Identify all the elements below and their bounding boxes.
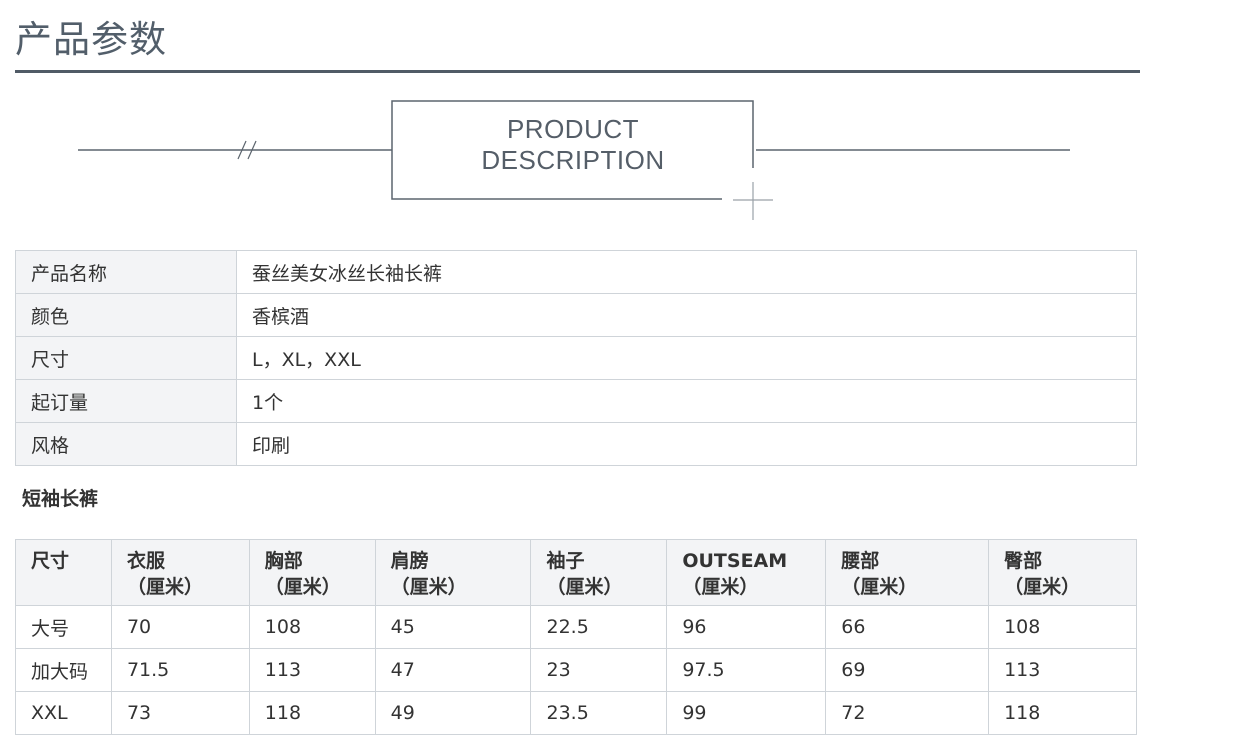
- info-value: 蚕丝美女冰丝长袖长裤: [236, 250, 1137, 294]
- table-cell: 113: [248, 648, 376, 692]
- column-header-shoulder: 肩膀 （厘米）: [374, 539, 532, 606]
- table-cell: 71.5: [110, 648, 250, 692]
- info-label: 产品名称: [15, 250, 237, 294]
- table-cell: 99: [666, 691, 827, 735]
- info-label: 起订量: [15, 379, 237, 423]
- table-cell: 73: [110, 691, 250, 735]
- page-title: 产品参数: [15, 18, 167, 61]
- table-row: 大号 70 108 45 22.5 96 66 108: [15, 605, 1137, 649]
- info-value: 1个: [236, 379, 1137, 423]
- table-cell: 108: [988, 605, 1137, 649]
- size-chart-table: 尺寸 衣服 （厘米） 胸部 （厘米） 肩膀 （厘米） 袖子 （厘米） OUTSEAM （厘…: [15, 539, 1137, 735]
- table-cell: 45: [374, 605, 532, 649]
- column-header-outseam: OUTSEAM （厘米）: [666, 539, 827, 606]
- table-cell: 23: [530, 648, 668, 692]
- banner-line-2: DESCRIPTION: [481, 145, 665, 175]
- table-row: 颜色 香槟酒: [15, 293, 1137, 337]
- info-label: 颜色: [15, 293, 237, 337]
- table-cell: 69: [825, 648, 990, 692]
- table-cell: 118: [248, 691, 376, 735]
- info-value: 印刷: [236, 422, 1137, 466]
- table-cell: 23.5: [530, 691, 668, 735]
- table-cell: 113: [988, 648, 1137, 692]
- table-cell: XXL: [15, 691, 112, 735]
- table-header-row: 尺寸 衣服 （厘米） 胸部 （厘米） 肩膀 （厘米） 袖子 （厘米） OUTSEAM （厘…: [15, 539, 1137, 606]
- info-label: 风格: [15, 422, 237, 466]
- table-cell: 47: [374, 648, 532, 692]
- table-row: 产品名称 蚕丝美女冰丝长袖长裤: [15, 250, 1137, 294]
- info-label: 尺寸: [15, 336, 237, 380]
- table-cell: 加大码: [15, 648, 112, 692]
- table-cell: 49: [374, 691, 532, 735]
- info-value: 香槟酒: [236, 293, 1137, 337]
- column-header-size: 尺寸: [15, 539, 112, 606]
- banner-text: PRODUCT DESCRIPTION: [392, 114, 754, 176]
- column-header-waist: 腰部 （厘米）: [825, 539, 990, 606]
- table-cell: 108: [248, 605, 376, 649]
- table-cell: 66: [825, 605, 990, 649]
- table-row: 风格 印刷: [15, 422, 1137, 466]
- table-cell: 96: [666, 605, 827, 649]
- table-row: XXL 73 118 49 23.5 99 72 118: [15, 691, 1137, 735]
- banner-line-1: PRODUCT: [506, 114, 640, 144]
- table-row: 加大码 71.5 113 47 23 97.5 69 113: [15, 648, 1137, 692]
- table-row: 起订量 1个: [15, 379, 1137, 423]
- info-value: L，XL，XXL: [236, 336, 1137, 380]
- table-cell: 大号: [15, 605, 112, 649]
- table-cell: 118: [988, 691, 1137, 735]
- table-cell: 97.5: [666, 648, 827, 692]
- table-row: 尺寸 L，XL，XXL: [15, 336, 1137, 380]
- table-cell: 70: [110, 605, 250, 649]
- size-section-heading: 短袖长裤: [22, 488, 99, 510]
- column-header-hip: 臀部 （厘米）: [988, 539, 1137, 606]
- product-description-banner: PRODUCT DESCRIPTION: [0, 90, 1241, 230]
- table-cell: 22.5: [530, 605, 668, 649]
- table-cell: 72: [825, 691, 990, 735]
- column-header-chest: 胸部 （厘米）: [248, 539, 376, 606]
- column-header-garment: 衣服 （厘米）: [110, 539, 250, 606]
- product-info-table: 产品名称 蚕丝美女冰丝长袖长裤 颜色 香槟酒 尺寸 L，XL，XXL 起订量 1…: [15, 250, 1137, 466]
- column-header-sleeve: 袖子 （厘米）: [530, 539, 668, 606]
- section-title-bar: 产品参数: [15, 14, 1140, 73]
